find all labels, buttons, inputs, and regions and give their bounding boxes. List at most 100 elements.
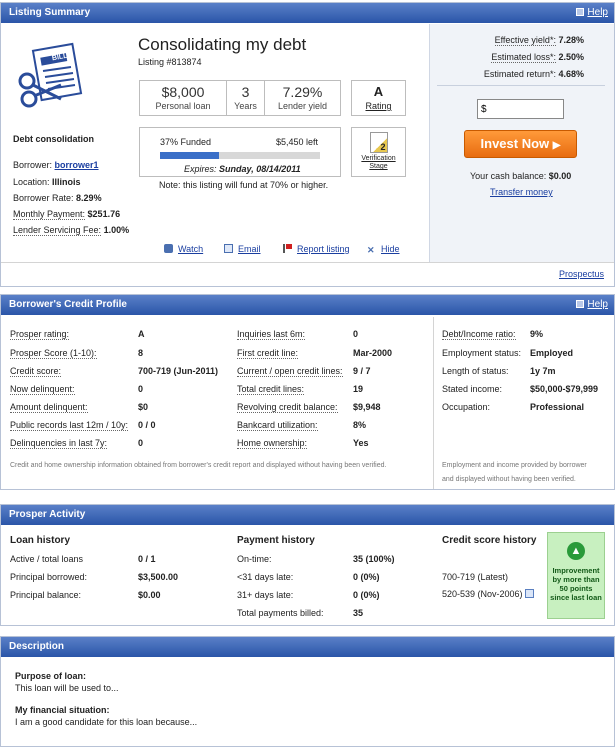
credit-value: $9,948: [353, 402, 381, 412]
credit-value: Professional: [530, 402, 585, 412]
credit-label[interactable]: Prosper Score (1-10):: [10, 348, 97, 359]
loan-history-value: 0 / 1: [138, 554, 156, 564]
estimated-return-value: 4.68%: [558, 69, 584, 79]
info-icon[interactable]: [525, 589, 535, 598]
situation-text: I am a good candidate for this loan beca…: [15, 717, 198, 727]
credit-label[interactable]: First credit line:: [237, 348, 299, 359]
credit-help-link[interactable]: Help: [576, 295, 608, 315]
expires-row: Expires: Sunday, 08/14/2011: [184, 164, 301, 174]
expires-date: Sunday, 08/14/2011: [219, 164, 301, 174]
credit-value: 1y 7m: [530, 366, 556, 376]
payment-history-label: On-time:: [237, 554, 272, 564]
credit-score-previous-row: 520-539 (Nov-2006): [442, 589, 535, 599]
binoculars-icon: [164, 244, 173, 253]
help-label: Help: [587, 7, 608, 18]
location-row: Location: Illinois: [13, 177, 81, 187]
rating-value: A: [373, 84, 384, 99]
credit-col2-row: Total credit lines:: [237, 384, 305, 395]
watch-label: Watch: [178, 244, 204, 254]
credit-label[interactable]: Revolving credit balance:: [237, 402, 338, 413]
credit-value: A: [138, 329, 145, 339]
loan-term-label: Years: [234, 101, 257, 111]
listing-summary-title: Listing Summary: [9, 7, 91, 18]
credit-label[interactable]: Amount delinquent:: [10, 402, 88, 413]
monthly-payment-label[interactable]: Monthly Payment:: [13, 209, 86, 220]
funding-progress-fill: [160, 152, 220, 159]
credit-label[interactable]: Public records last 12m / 10y:: [10, 420, 129, 431]
credit-label[interactable]: Prosper rating:: [10, 329, 70, 340]
credit-value: $0: [138, 402, 149, 412]
credit-col3-row: Employment status:: [442, 348, 521, 358]
verification-box[interactable]: 2 Verification Stage: [351, 127, 406, 177]
loan-history-label: Active / total loans: [10, 554, 84, 564]
rating-box[interactable]: A Rating: [351, 80, 406, 116]
credit-col2-row: Inquiries last 6m:: [237, 329, 306, 340]
borrower-rate-value: 8.29%: [76, 193, 102, 203]
effective-yield-label[interactable]: Effective yield*:: [494, 35, 556, 46]
borrower-link[interactable]: borrower1: [55, 160, 99, 170]
help-icon: [576, 300, 585, 308]
credit-label: Employment status:: [442, 348, 522, 358]
servicing-fee-label[interactable]: Lender Servicing Fee:: [13, 225, 102, 236]
payment-history-label: <31 days late:: [237, 572, 294, 582]
loan-history-label: Principal borrowed:: [10, 572, 88, 582]
envelope-icon: [224, 244, 233, 253]
credit-label[interactable]: Current / open credit lines:: [237, 366, 343, 377]
help-label: Help: [587, 299, 608, 310]
stat-amount: $8,000 Personal loan: [140, 81, 227, 115]
credit-value: Mar-2000: [353, 348, 393, 358]
improvement-text: Improvement by more than 50 points since…: [550, 566, 602, 602]
transfer-money-link[interactable]: Transfer money: [490, 187, 553, 197]
loan-amount-label: Personal loan: [155, 101, 211, 111]
monthly-payment-value: $251.76: [87, 209, 121, 219]
credit-value: 8: [138, 348, 144, 358]
credit-label[interactable]: Bankcard utilization:: [237, 420, 318, 431]
credit-col2-row: Bankcard utilization:: [237, 420, 318, 431]
hide-link[interactable]: ✕ Hide: [367, 244, 400, 255]
rating-label: Rating: [365, 101, 392, 111]
credit-value: 0: [138, 438, 144, 448]
purpose-title: Purpose of loan:: [15, 671, 87, 681]
credit-label[interactable]: Home ownership:: [237, 438, 308, 449]
estimated-loss-label[interactable]: Estimated loss*:: [491, 52, 556, 63]
loan-amount: $8,000: [161, 84, 205, 100]
loan-category: Debt consolidation: [13, 134, 94, 144]
bill-icon: BILL: [15, 41, 87, 111]
loan-stats-box: $8,000 Personal loan 3 Years 7.29% Lende…: [139, 80, 341, 116]
prospectus-link[interactable]: Prospectus: [559, 269, 604, 279]
invest-now-button[interactable]: Invest Now ▶: [464, 130, 577, 158]
prosper-activity-panel: Prosper Activity Loan history Active / t…: [0, 504, 615, 626]
credit-value: Employed: [530, 348, 574, 358]
verification-icon: 2: [369, 132, 388, 153]
credit-label[interactable]: Now delinquent:: [10, 384, 75, 395]
invest-amount-input[interactable]: [477, 99, 564, 119]
prosper-activity-title: Prosper Activity: [9, 509, 86, 520]
credit-col2-row: Home ownership:: [237, 438, 308, 449]
funding-progress-bar: [160, 152, 320, 159]
payment-history-value: 35: [353, 608, 364, 618]
payment-history-value: 0 (0%): [353, 590, 380, 600]
cash-balance-value: $0.00: [548, 171, 572, 181]
estimated-loss-value: 2.50%: [558, 52, 584, 62]
payment-history-label: Total payments billed:: [237, 608, 324, 618]
credit-score-latest: 700-719 (Latest): [442, 572, 509, 582]
credit-label[interactable]: Debt/Income ratio:: [442, 329, 516, 340]
help-link[interactable]: Help: [576, 3, 608, 23]
employment-note-line1: Employment and income provided by borrow…: [442, 462, 587, 469]
email-link[interactable]: Email: [224, 244, 261, 254]
credit-label[interactable]: Total credit lines:: [237, 384, 305, 395]
credit-col2-row: Revolving credit balance:: [237, 402, 338, 413]
credit-label[interactable]: Credit score:: [10, 366, 62, 377]
report-listing-link[interactable]: Report listing: [283, 244, 350, 254]
credit-score-previous: 520-539 (Nov-2006): [442, 589, 523, 599]
help-icon: [576, 8, 585, 16]
estimated-loss-row: Estimated loss*: 2.50%: [491, 52, 584, 63]
credit-label[interactable]: Inquiries last 6m:: [237, 329, 306, 340]
credit-col3-row: Debt/Income ratio:: [442, 329, 516, 340]
payment-history-value: 35 (100%): [353, 554, 395, 564]
watch-link[interactable]: Watch: [164, 244, 203, 254]
credit-value: 0: [353, 329, 359, 339]
credit-col1-row: Prosper rating:: [10, 329, 70, 340]
report-listing-label: Report listing: [297, 244, 350, 254]
credit-label[interactable]: Delinquencies in last 7y:: [10, 438, 108, 449]
